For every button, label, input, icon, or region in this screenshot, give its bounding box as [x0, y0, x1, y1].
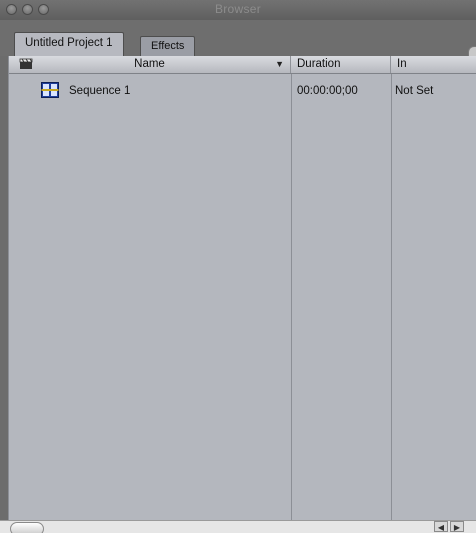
- row-duration: 00:00:00;00: [297, 85, 358, 97]
- sequence-icon: [41, 82, 59, 98]
- column-divider: [291, 74, 292, 520]
- window-title: Browser: [214, 2, 262, 16]
- column-header-in[interactable]: In: [391, 56, 476, 73]
- tab-label: Untitled Project 1: [25, 37, 113, 49]
- tab-untitled-project[interactable]: Untitled Project 1: [14, 32, 124, 56]
- column-header-name[interactable]: Name ▼: [9, 56, 291, 73]
- column-header-duration[interactable]: Duration: [291, 56, 391, 73]
- scroll-left-arrow-icon[interactable]: ◀: [434, 521, 448, 532]
- column-label-in: In: [397, 58, 407, 70]
- scroll-right-arrow-icon[interactable]: ▶: [450, 521, 464, 532]
- row-name: Sequence 1: [69, 85, 131, 97]
- browser-window: Browser Untitled Project 1 Effects Name …: [0, 0, 476, 533]
- sort-down-triangle-icon[interactable]: ▼: [275, 56, 284, 73]
- row-in: Not Set: [395, 85, 434, 97]
- horizontal-scrollbar[interactable]: ◀ ▶: [0, 520, 476, 533]
- column-divider: [391, 74, 392, 520]
- browser-table: Name ▼ Duration In Sequence 1 00:00:00;0…: [8, 56, 476, 520]
- scroll-thumb[interactable]: [10, 522, 44, 533]
- title-bar[interactable]: Browser: [0, 0, 476, 20]
- column-label-duration: Duration: [297, 58, 341, 70]
- tab-label: Effects: [151, 40, 185, 52]
- tab-effects[interactable]: Effects: [140, 36, 196, 56]
- scroll-arrows: ◀ ▶: [426, 519, 476, 533]
- table-header: Name ▼ Duration In: [9, 56, 476, 74]
- tab-strip: Untitled Project 1 Effects: [0, 20, 476, 62]
- column-label-name: Name: [134, 58, 165, 70]
- table-row[interactable]: Sequence 1 00:00:00;00 Not Set: [9, 82, 476, 100]
